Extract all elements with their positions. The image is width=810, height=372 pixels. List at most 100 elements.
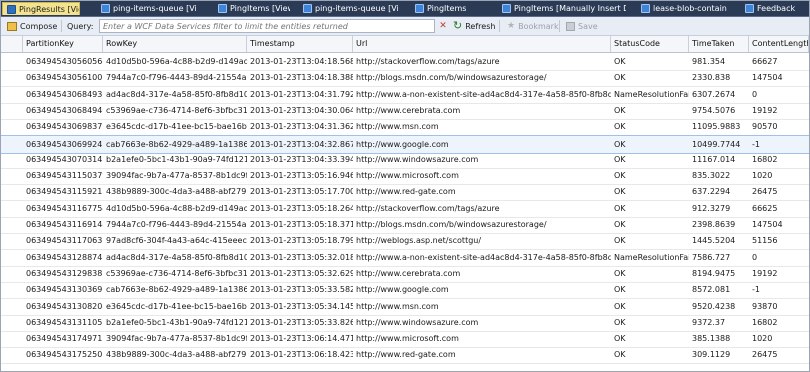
cell-content-length[interactable]: 0 xyxy=(749,86,809,103)
compose-button[interactable]: Compose xyxy=(7,19,57,33)
cell-url[interactable]: http://www.msn.com xyxy=(353,118,611,135)
cell-timestamp[interactable]: 2013-01-23T13:05:18.7992992Z xyxy=(247,232,353,249)
cell-row-key[interactable]: b2a1efe0-5bc1-43b1-90a9-74fd121e731c xyxy=(103,314,247,331)
cell-row-key[interactable]: 39094fac-9b7a-477a-8537-8b1dc9f78612 xyxy=(103,167,247,184)
column-header-status-code[interactable]: StatusCode xyxy=(611,36,689,52)
cell-content-length[interactable]: 19192 xyxy=(749,102,809,119)
table-row[interactable]: 06349454311677542914d10d5b0-596a-4c88-b2… xyxy=(1,200,809,218)
cell-partition-key[interactable]: 0634945431752508517 xyxy=(23,346,103,363)
clear-query-icon[interactable]: ✕ xyxy=(437,19,449,33)
table-row[interactable]: 063494543115037913539094fac-9b7a-477a-85… xyxy=(1,167,809,186)
cell-url[interactable]: http://www.microsoft.com xyxy=(353,167,611,184)
cell-url[interactable]: http://www.cerebrata.com xyxy=(353,102,611,119)
cell-partition-key[interactable]: 0634945431150379135 xyxy=(23,167,103,184)
tab-lease-blob-container[interactable]: lease-blob-container xyxy=(637,2,727,15)
cell-partition-key[interactable]: 0634945431170635336 xyxy=(23,232,103,249)
tab-ping-items-queue-view[interactable]: ping-items-queue [View] xyxy=(97,2,197,15)
cell-url[interactable]: http://www.a-non-existent-site-ad4ac8d4-… xyxy=(353,86,611,103)
column-header-time-taken[interactable]: TimeTaken xyxy=(689,36,749,52)
cell-timestamp[interactable]: 2013-01-23T13:04:18.5689491Z xyxy=(247,53,353,70)
cell-content-length[interactable]: 147504 xyxy=(749,216,809,233)
cell-status-code[interactable]: OK xyxy=(611,167,689,184)
tab-pingitems-view[interactable]: PingItems [View] xyxy=(214,2,290,15)
cell-time-taken[interactable]: 9372.37 xyxy=(689,314,749,331)
table-row[interactable]: 0634945431288741819ad4ac8d4-317e-4a58-85… xyxy=(1,249,809,267)
cell-partition-key[interactable]: 0634945431159211223 xyxy=(23,183,103,200)
table-row[interactable]: 063494543174971751339094fac-9b7a-477a-85… xyxy=(1,330,809,349)
cell-timestamp[interactable]: 2013-01-23T13:04:31.7926021Z xyxy=(247,86,353,103)
cell-content-length[interactable]: 0 xyxy=(749,249,809,266)
cell-status-code[interactable]: OK xyxy=(611,265,689,282)
cell-row-key[interactable]: e3645cdc-d17b-41ee-bc15-bae16ba592ef xyxy=(103,118,247,135)
cell-timestamp[interactable]: 2013-01-23T13:04:18.3889078Z xyxy=(247,69,353,86)
cell-partition-key[interactable]: 0634945430560566048 xyxy=(23,53,103,70)
cell-status-code[interactable]: OK xyxy=(611,53,689,70)
cell-status-code[interactable]: OK xyxy=(611,298,689,315)
cell-content-length[interactable]: 66627 xyxy=(749,53,809,70)
cell-partition-key[interactable]: 0634945431169144802 xyxy=(23,216,103,233)
cell-time-taken[interactable]: 11095.9883 xyxy=(689,118,749,135)
column-header-partition-key[interactable]: PartitionKey xyxy=(23,36,103,52)
cell-content-length[interactable]: 26475 xyxy=(749,183,809,200)
cell-url[interactable]: http://stackoverflow.com/tags/azure xyxy=(353,53,611,70)
cell-timestamp[interactable]: 2013-01-23T13:04:30.0646783Z xyxy=(247,102,353,119)
column-header-url[interactable]: Url xyxy=(353,36,611,52)
cell-content-length[interactable]: 147504 xyxy=(749,69,809,86)
cell-status-code[interactable]: OK xyxy=(611,151,689,168)
cell-timestamp[interactable]: 2013-01-23T13:06:14.4716783Z xyxy=(247,330,353,347)
cell-time-taken[interactable]: 9754.5076 xyxy=(689,102,749,119)
column-header-row-key[interactable]: RowKey xyxy=(103,36,247,52)
cell-content-length[interactable]: 1020 xyxy=(749,167,809,184)
cell-row-key[interactable]: 4d10d5b0-596a-4c88-b2d9-d149acd2e311 xyxy=(103,53,247,70)
cell-time-taken[interactable]: 637.2294 xyxy=(689,183,749,200)
cell-status-code[interactable]: OK xyxy=(611,102,689,119)
cell-url[interactable]: http://www.msn.com xyxy=(353,298,611,315)
table-row[interactable]: 0634945431298385341c53969ae-c736-4714-8e… xyxy=(1,265,809,283)
cell-time-taken[interactable]: 981.354 xyxy=(689,53,749,70)
cell-time-taken[interactable]: 912.3279 xyxy=(689,200,749,217)
cell-timestamp[interactable]: 2013-01-23T13:05:17.7001924Z xyxy=(247,183,353,200)
cell-time-taken[interactable]: 11167.014 xyxy=(689,151,749,168)
cell-url[interactable]: http://www.windowsazure.com xyxy=(353,314,611,331)
table-row[interactable]: 06349454305605660484d10d5b0-596a-4c88-b2… xyxy=(1,53,809,71)
save-button[interactable]: Save xyxy=(566,19,598,33)
cell-status-code[interactable]: OK xyxy=(611,346,689,363)
cell-partition-key[interactable]: 0634945430703147305 xyxy=(23,151,103,168)
cell-row-key[interactable]: 438b9889-300c-4da3-a488-abf279b45d41 xyxy=(103,346,247,363)
cell-status-code[interactable]: OK xyxy=(611,200,689,217)
cell-url[interactable]: http://stackoverflow.com/tags/azure xyxy=(353,200,611,217)
cell-time-taken[interactable]: 7586.727 xyxy=(689,249,749,266)
cell-partition-key[interactable]: 0634945430684930753 xyxy=(23,86,103,103)
cell-timestamp[interactable]: 2013-01-23T13:05:18.3716003Z xyxy=(247,216,353,233)
table-row[interactable]: 0634945431303697205cab7663e-8b62-4929-a4… xyxy=(1,281,809,300)
column-header-content-length[interactable]: ContentLength xyxy=(749,36,809,52)
cell-content-length[interactable]: 93870 xyxy=(749,298,809,315)
table-row[interactable]: 0634945430684930753ad4ac8d4-317e-4a58-85… xyxy=(1,86,809,104)
cell-url[interactable]: http://weblogs.asp.net/scottgu/ xyxy=(353,232,611,249)
cell-row-key[interactable]: c53969ae-c736-4714-8ef6-3bfbc31c4f49 xyxy=(103,102,247,119)
cell-time-taken[interactable]: 6307.2674 xyxy=(689,86,749,103)
cell-timestamp[interactable]: 2013-01-23T13:05:16.9466783Z xyxy=(247,167,353,184)
table-row[interactable]: 0634945430703147305b2a1efe0-5bc1-43b1-90… xyxy=(1,151,809,169)
cell-time-taken[interactable]: 9520.4238 xyxy=(689,298,749,315)
cell-content-length[interactable]: 51156 xyxy=(749,232,809,249)
cell-status-code[interactable]: OK xyxy=(611,281,689,298)
cell-partition-key[interactable]: 0634945431298385341 xyxy=(23,265,103,282)
cell-content-length[interactable]: -1 xyxy=(749,281,809,298)
cell-partition-key[interactable]: 0634945430684940760 xyxy=(23,102,103,119)
cell-time-taken[interactable]: 8194.9475 xyxy=(689,265,749,282)
cell-url[interactable]: http://www.windowsazure.com xyxy=(353,151,611,168)
cell-partition-key[interactable]: 0634945431311059860 xyxy=(23,314,103,331)
cell-url[interactable]: http://www.google.com xyxy=(353,281,611,298)
cell-partition-key[interactable]: 0634945431288741819 xyxy=(23,249,103,266)
cell-row-key[interactable]: ad4ac8d4-317e-4a58-85f0-8fb8d1002b47 xyxy=(103,249,247,266)
cell-time-taken[interactable]: 8572.081 xyxy=(689,281,749,298)
cell-url[interactable]: http://www.red-gate.com xyxy=(353,346,611,363)
cell-partition-key[interactable]: 0634945431308208837 xyxy=(23,298,103,315)
cell-content-length[interactable]: 90570 xyxy=(749,118,809,135)
cell-status-code[interactable]: OK xyxy=(611,216,689,233)
tab-pingresults-view[interactable]: PingResults [View] ✕ xyxy=(2,2,80,15)
cell-status-code[interactable]: NameResolutionFailure xyxy=(611,249,689,266)
bookmark-button[interactable]: ★ Bookmark xyxy=(507,19,559,33)
table-row[interactable]: 0634945431159211223438b9889-300c-4da3-a4… xyxy=(1,183,809,202)
